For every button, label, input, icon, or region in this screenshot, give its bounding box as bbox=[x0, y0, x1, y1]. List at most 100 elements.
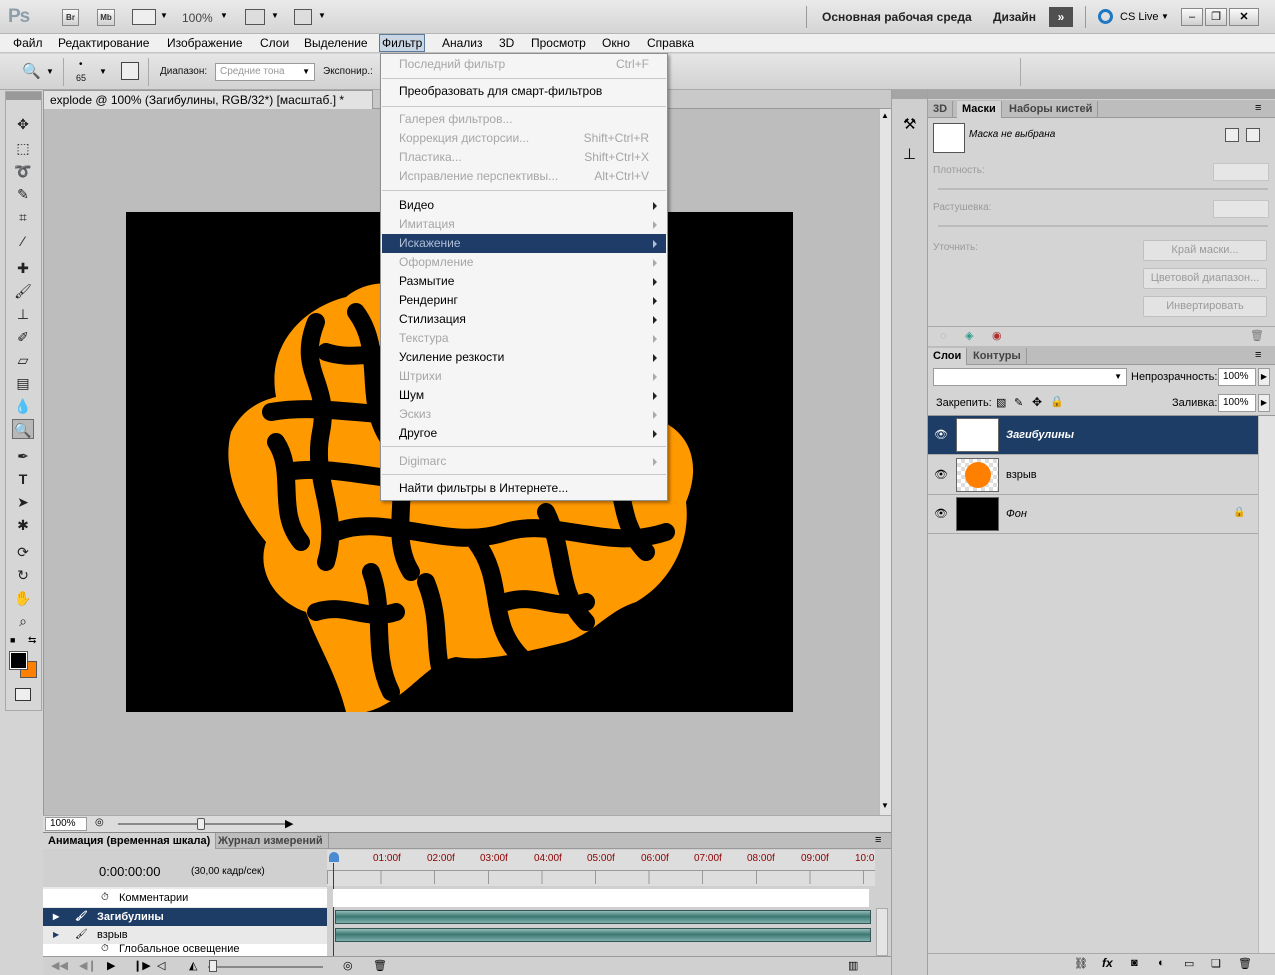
menu-item-lens-correction[interactable]: Коррекция дисторсии... Shift+Ctrl+R bbox=[382, 129, 666, 148]
pixel-mask-icon[interactable] bbox=[1225, 128, 1239, 142]
menu-analysis[interactable]: Анализ bbox=[440, 36, 485, 50]
mask-edge-button[interactable]: Край маски... bbox=[1143, 240, 1267, 261]
toolbox-grip[interactable] bbox=[6, 92, 41, 100]
chevron-down-icon[interactable]: ▼ bbox=[1161, 12, 1169, 21]
eye-icon[interactable]: 👁 bbox=[933, 468, 949, 482]
tool-presets-icon[interactable]: ⚒ bbox=[903, 115, 916, 133]
stopwatch-icon[interactable]: ⏱ bbox=[101, 889, 109, 907]
mini-bridge-button[interactable]: Mb bbox=[97, 9, 115, 26]
invert-button[interactable]: Инвертировать bbox=[1143, 296, 1267, 317]
menu-file[interactable]: Файл bbox=[11, 36, 45, 50]
menu-item-sketch[interactable]: Эскиз bbox=[382, 405, 666, 424]
zoom-slider-thumb[interactable] bbox=[197, 818, 205, 830]
layer-row[interactable]: 👁 взрыв bbox=[928, 456, 1258, 495]
layer-row[interactable]: 👁 Фон 🔒 bbox=[928, 495, 1258, 534]
menu-item-last-filter[interactable]: Последний фильтр Ctrl+F bbox=[382, 55, 666, 74]
panel-menu-icon[interactable]: ≡ bbox=[875, 834, 881, 846]
layer-name[interactable]: Загибулины bbox=[1006, 429, 1074, 441]
move-tool-icon[interactable]: ✥ bbox=[12, 114, 34, 134]
panel-grip[interactable] bbox=[928, 90, 1275, 99]
menu-item-filter-gallery[interactable]: Галерея фильтров... bbox=[382, 110, 666, 129]
eye-icon[interactable]: 👁 bbox=[933, 428, 949, 442]
onion-skin-icon[interactable]: ◎ bbox=[343, 959, 353, 972]
menu-layer[interactable]: Слои bbox=[258, 36, 291, 50]
view-extras-icon[interactable] bbox=[132, 9, 156, 25]
eraser-tool-icon[interactable]: ▱ bbox=[12, 350, 34, 370]
3d-rotate-tool-icon[interactable]: ⟳ bbox=[12, 542, 34, 562]
status-menu-icon[interactable]: ◎ bbox=[95, 817, 104, 828]
tab-paths[interactable]: Контуры bbox=[968, 348, 1027, 365]
menu-item-convert-smart[interactable]: Преобразовать для смарт-фильтров bbox=[382, 82, 666, 101]
tab-layers[interactable]: Слои bbox=[928, 348, 968, 365]
layers-scrollbar[interactable] bbox=[1258, 416, 1275, 953]
expand-arrow-icon[interactable]: ▶ bbox=[53, 926, 59, 944]
layer-name[interactable]: взрыв bbox=[1006, 469, 1037, 481]
audio-icon[interactable]: ◁ bbox=[157, 959, 165, 972]
document-tab[interactable]: explode @ 100% (Загибулины, RGB/32*) [ма… bbox=[43, 90, 373, 109]
tab-brush-presets[interactable]: Наборы кистей bbox=[1004, 101, 1099, 118]
stamp-tool-icon[interactable]: ⊥ bbox=[12, 304, 34, 324]
density-slider[interactable] bbox=[938, 188, 1268, 190]
marquee-tool-icon[interactable]: ⬚ bbox=[12, 138, 34, 158]
scroll-down-icon[interactable]: ▼ bbox=[881, 801, 889, 810]
timeline-row-layer[interactable]: ▶ 🖌 Загибулины bbox=[43, 908, 327, 926]
playhead-icon[interactable] bbox=[329, 852, 339, 862]
status-zoom-field[interactable]: 100% bbox=[45, 817, 87, 831]
layer-name[interactable]: Фон bbox=[1006, 508, 1027, 520]
chevron-down-icon[interactable]: ▼ bbox=[220, 11, 228, 20]
menu-help[interactable]: Справка bbox=[645, 36, 696, 50]
minimize-button[interactable]: – bbox=[1181, 8, 1203, 26]
menu-item-sharpen[interactable]: Усиление резкости bbox=[382, 348, 666, 367]
prev-frame-icon[interactable]: ◀❙ bbox=[79, 959, 97, 972]
adjustment-layer-icon[interactable]: ◐ bbox=[1158, 957, 1165, 969]
chevron-down-icon[interactable]: ▼ bbox=[271, 11, 279, 20]
comments-track[interactable] bbox=[333, 889, 869, 907]
menu-item-render[interactable]: Рендеринг bbox=[382, 291, 666, 310]
menu-item-vanishing-point[interactable]: Исправление перспективы... Alt+Ctrl+V bbox=[382, 167, 666, 186]
menu-item-distort[interactable]: Искажение bbox=[382, 234, 666, 253]
timeline-row-global-light[interactable]: ⏱ Глобальное освещение bbox=[43, 944, 327, 956]
panel-menu-icon[interactable]: ≡ bbox=[1255, 349, 1261, 361]
pen-tool-icon[interactable]: ✒ bbox=[12, 446, 34, 466]
menu-item-strokes[interactable]: Штрихи bbox=[382, 367, 666, 386]
opacity-arrow-icon[interactable]: ▶ bbox=[1258, 368, 1270, 386]
load-selection-icon[interactable]: ◌ bbox=[940, 330, 947, 342]
menu-item-artistic[interactable]: Имитация bbox=[382, 215, 666, 234]
panel-menu-icon[interactable]: ≡ bbox=[1255, 102, 1261, 114]
convert-to-frames-icon[interactable]: ▥ bbox=[848, 959, 858, 972]
brush-panel-icon[interactable] bbox=[121, 62, 139, 80]
menu-item-blur[interactable]: Размытие bbox=[382, 272, 666, 291]
lock-position-icon[interactable]: ✥ bbox=[1032, 395, 1042, 409]
current-time-indicator[interactable] bbox=[333, 863, 334, 963]
cs-live-icon[interactable] bbox=[1098, 9, 1113, 24]
menu-select[interactable]: Выделение bbox=[302, 36, 370, 50]
timeline-ruler[interactable]: 01:00f 02:00f 03:00f 04:00f 05:00f 06:00… bbox=[327, 850, 875, 886]
play-icon[interactable]: ▶ bbox=[107, 959, 115, 972]
type-tool-icon[interactable]: T bbox=[12, 469, 34, 489]
tab-measurement-log[interactable]: Журнал измерений bbox=[213, 833, 329, 849]
tab-masks[interactable]: Маски bbox=[957, 101, 1002, 118]
add-mask-icon[interactable]: ◙ bbox=[1131, 957, 1138, 969]
fill-field[interactable]: 100% bbox=[1218, 394, 1256, 412]
more-workspaces-button[interactable]: » bbox=[1049, 7, 1073, 27]
color-range-button[interactable]: Цветовой диапазон... bbox=[1143, 268, 1267, 289]
menu-item-texture[interactable]: Текстура bbox=[382, 329, 666, 348]
lock-transparent-icon[interactable]: ▧ bbox=[996, 396, 1006, 409]
restore-button[interactable]: ❐ bbox=[1205, 8, 1227, 26]
feather-field[interactable] bbox=[1213, 200, 1269, 218]
menu-item-digimarc[interactable]: Digimarc bbox=[382, 452, 666, 471]
path-selection-tool-icon[interactable]: ➤ bbox=[12, 492, 34, 512]
new-layer-icon[interactable]: ❏ bbox=[1211, 957, 1221, 970]
swap-colors-icon[interactable]: ⇆ bbox=[28, 635, 36, 646]
menu-item-other[interactable]: Другое bbox=[382, 424, 666, 443]
tab-3d[interactable]: 3D bbox=[928, 101, 954, 118]
timeline-zoom-thumb[interactable] bbox=[209, 960, 217, 972]
timeline-zoom-slider[interactable] bbox=[208, 966, 323, 968]
menu-item-noise[interactable]: Шум bbox=[382, 386, 666, 405]
tool-preset-icon[interactable]: 🔍 bbox=[22, 62, 41, 80]
menu-item-brush-strokes[interactable]: Оформление bbox=[382, 253, 666, 272]
current-time[interactable]: 0:00:00:00 bbox=[99, 864, 160, 879]
vertical-scrollbar[interactable]: ▲ ▼ bbox=[879, 109, 891, 815]
shape-tool-icon[interactable]: ✱ bbox=[12, 515, 34, 535]
lasso-tool-icon[interactable]: ➰ bbox=[12, 161, 34, 181]
